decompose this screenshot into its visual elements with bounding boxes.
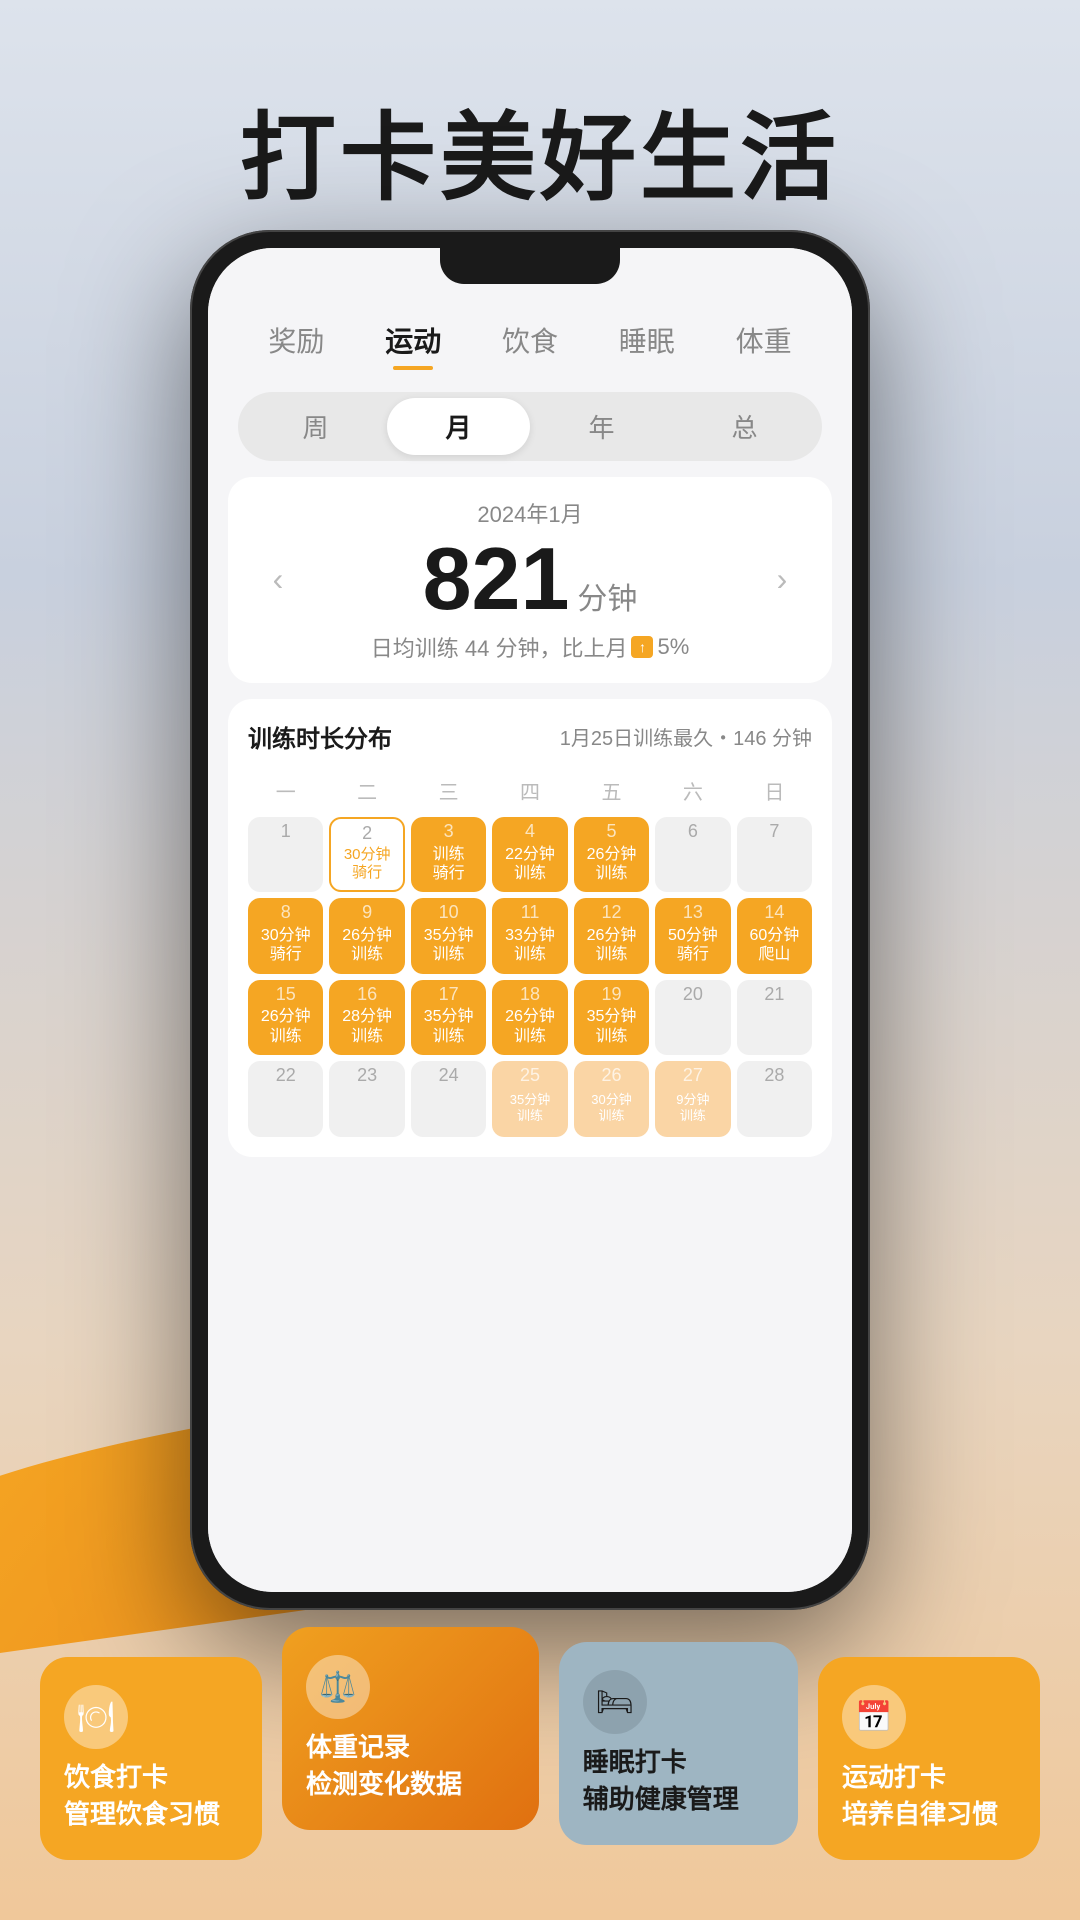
calendar-section: 训练时长分布 1月25日训练最久・146 分钟 一 二 三 四 五 六 日 1 bbox=[228, 699, 832, 1157]
stats-unit: 分钟 bbox=[577, 583, 637, 616]
stats-main: ‹ 821分钟 › bbox=[258, 535, 802, 623]
day-10[interactable]: 10 35分钟训练 bbox=[411, 898, 486, 973]
sleep-card-text: 睡眠打卡辅助健康管理 bbox=[583, 1744, 739, 1817]
period-total[interactable]: 总 bbox=[673, 398, 816, 455]
day-20[interactable]: 20 bbox=[655, 980, 730, 1055]
day-6[interactable]: 6 bbox=[655, 817, 730, 892]
day-header-sat: 六 bbox=[655, 770, 730, 811]
calendar-header: 训练时长分布 1月25日训练最久・146 分钟 bbox=[248, 719, 812, 754]
food-icon: 🍽 bbox=[64, 1685, 128, 1749]
tab-sleep[interactable]: 睡眠 bbox=[609, 314, 685, 366]
tab-food[interactable]: 饮食 bbox=[492, 314, 568, 366]
day-28[interactable]: 28 bbox=[737, 1061, 812, 1136]
period-year[interactable]: 年 bbox=[530, 398, 673, 455]
day-24[interactable]: 24 bbox=[411, 1061, 486, 1136]
day-header-wed: 三 bbox=[411, 770, 486, 811]
day-25[interactable]: 25 35分钟训练 bbox=[492, 1061, 567, 1136]
phone-wrapper: 奖励 运动 饮食 睡眠 体重 周 月 年 总 2024年1月 bbox=[190, 230, 890, 1610]
stats-value-wrapper: 821分钟 bbox=[308, 535, 752, 623]
day-15[interactable]: 15 26分钟训练 bbox=[248, 980, 323, 1055]
stats-date: 2024年1月 bbox=[258, 497, 802, 529]
day-11[interactable]: 11 33分钟训练 bbox=[492, 898, 567, 973]
stats-sub: 日均训练 44 分钟，比上月 ↑ 5% bbox=[258, 631, 802, 663]
day-23[interactable]: 23 bbox=[329, 1061, 404, 1136]
day-7[interactable]: 7 bbox=[737, 817, 812, 892]
day-8[interactable]: 8 30分钟骑行 bbox=[248, 898, 323, 973]
day-19[interactable]: 19 35分钟训练 bbox=[574, 980, 649, 1055]
period-month[interactable]: 月 bbox=[387, 398, 530, 455]
day-26[interactable]: 26 30分钟训练 bbox=[574, 1061, 649, 1136]
nav-tabs: 奖励 运动 饮食 睡眠 体重 bbox=[208, 298, 852, 376]
phone-notch bbox=[440, 248, 620, 284]
screen-content: 奖励 运动 饮食 睡眠 体重 周 月 年 总 2024年1月 bbox=[208, 248, 852, 1592]
day-21[interactable]: 21 bbox=[737, 980, 812, 1055]
day-16[interactable]: 16 28分钟训练 bbox=[329, 980, 404, 1055]
tab-exercise[interactable]: 运动 bbox=[375, 314, 451, 366]
day-2[interactable]: 2 30分钟骑行 bbox=[329, 817, 404, 892]
day-1[interactable]: 1 bbox=[248, 817, 323, 892]
weight-icon: ⚖️ bbox=[306, 1655, 370, 1719]
food-card-text: 饮食打卡管理饮食习惯 bbox=[64, 1759, 220, 1832]
day-9[interactable]: 9 26分钟训练 bbox=[329, 898, 404, 973]
day-header-sun: 日 bbox=[737, 770, 812, 811]
day-22[interactable]: 22 bbox=[248, 1061, 323, 1136]
bottom-cards: 🍽 饮食打卡管理饮食习惯 ⚖️ 体重记录检测变化数据 🛏 睡眠打卡辅助健康管理 … bbox=[0, 1657, 1080, 1920]
food-card[interactable]: 🍽 饮食打卡管理饮食习惯 bbox=[40, 1657, 262, 1860]
weight-card-text: 体重记录检测变化数据 bbox=[306, 1729, 462, 1802]
day-3[interactable]: 3 训练骑行 bbox=[411, 817, 486, 892]
weight-card[interactable]: ⚖️ 体重记录检测变化数据 bbox=[282, 1627, 539, 1830]
exercise-icon: 📅 bbox=[842, 1685, 906, 1749]
exercise-card-text: 运动打卡培养自律习惯 bbox=[842, 1759, 998, 1832]
day-4[interactable]: 4 22分钟训练 bbox=[492, 817, 567, 892]
tab-rewards[interactable]: 奖励 bbox=[258, 314, 334, 366]
calendar-grid: 一 二 三 四 五 六 日 1 2 30分钟骑行 bbox=[248, 770, 812, 1137]
stats-section: 2024年1月 ‹ 821分钟 › 日均训练 44 分钟，比上月 ↑ 5% bbox=[228, 477, 832, 683]
next-button[interactable]: › bbox=[762, 561, 802, 598]
day-5[interactable]: 5 26分钟训练 bbox=[574, 817, 649, 892]
period-week[interactable]: 周 bbox=[244, 398, 387, 455]
exercise-card[interactable]: 📅 运动打卡培养自律习惯 bbox=[818, 1657, 1040, 1860]
day-27[interactable]: 27 9分钟训练 bbox=[655, 1061, 730, 1136]
day-17[interactable]: 17 35分钟训练 bbox=[411, 980, 486, 1055]
prev-button[interactable]: ‹ bbox=[258, 561, 298, 598]
up-icon: ↑ bbox=[631, 636, 653, 658]
day-12[interactable]: 12 26分钟训练 bbox=[574, 898, 649, 973]
phone-frame: 奖励 运动 饮食 睡眠 体重 周 月 年 总 2024年1月 bbox=[190, 230, 870, 1610]
day-18[interactable]: 18 26分钟训练 bbox=[492, 980, 567, 1055]
calendar-subtitle: 1月25日训练最久・146 分钟 bbox=[560, 722, 812, 751]
stats-number: 821 bbox=[423, 529, 570, 628]
day-14[interactable]: 14 60分钟爬山 bbox=[737, 898, 812, 973]
calendar-title: 训练时长分布 bbox=[248, 719, 392, 754]
day-header-mon: 一 bbox=[248, 770, 323, 811]
day-header-thu: 四 bbox=[492, 770, 567, 811]
sleep-icon: 🛏 bbox=[583, 1670, 647, 1734]
main-title: 打卡美好生活 bbox=[0, 0, 1080, 219]
day-header-fri: 五 bbox=[574, 770, 649, 811]
phone-screen: 奖励 运动 饮食 睡眠 体重 周 月 年 总 2024年1月 bbox=[208, 248, 852, 1592]
day-header-tue: 二 bbox=[329, 770, 404, 811]
sleep-card[interactable]: 🛏 睡眠打卡辅助健康管理 bbox=[559, 1642, 798, 1845]
day-13[interactable]: 13 50分钟骑行 bbox=[655, 898, 730, 973]
period-tabs: 周 月 年 总 bbox=[238, 392, 822, 461]
tab-weight[interactable]: 体重 bbox=[726, 314, 802, 366]
